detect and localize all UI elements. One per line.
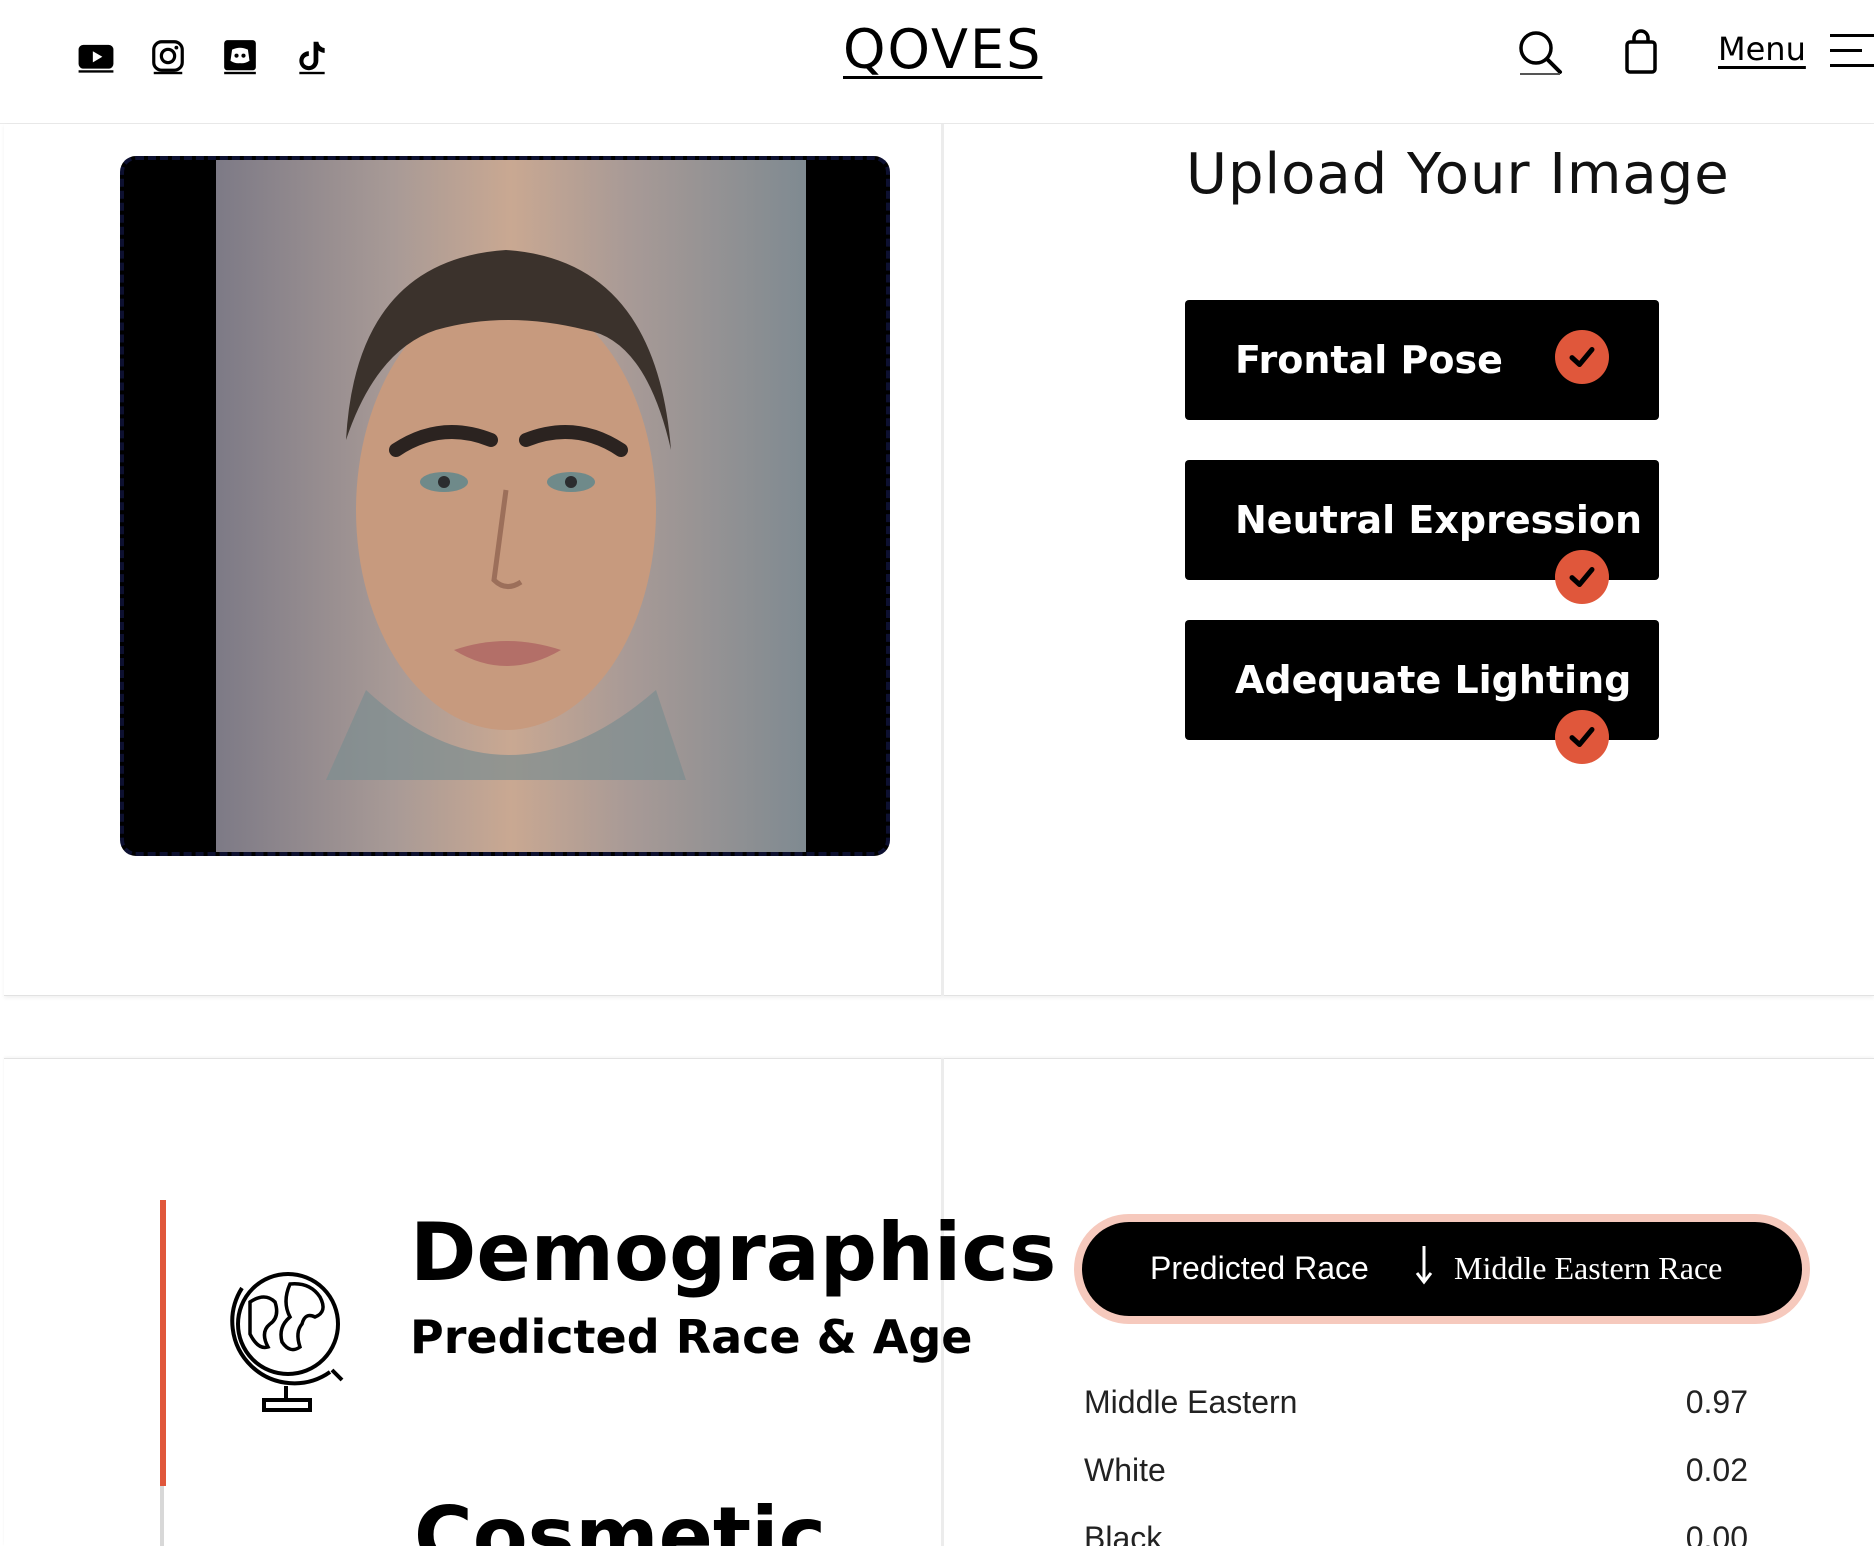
next-section-title: Cosmetic xyxy=(414,1490,826,1546)
race-score: 0.02 xyxy=(1685,1452,1748,1488)
hamburger-icon[interactable] xyxy=(1830,34,1874,70)
check-frontal-pose: Frontal Pose xyxy=(1185,300,1659,420)
check-neutral-expression: Neutral Expression xyxy=(1185,460,1659,604)
section-title: Demographics xyxy=(410,1206,1057,1299)
site-logo[interactable]: QOVES xyxy=(843,18,1042,81)
face-illustration xyxy=(326,250,686,780)
check-label: Frontal Pose xyxy=(1235,338,1503,382)
race-score: 0.00 xyxy=(1685,1520,1748,1546)
shopping-bag-icon[interactable] xyxy=(1618,28,1666,76)
menu-link[interactable]: Menu xyxy=(1718,30,1806,68)
section-track-bar xyxy=(160,1486,164,1546)
race-name: White xyxy=(1084,1452,1166,1488)
section-subtitle: Predicted Race & Age xyxy=(410,1310,973,1364)
uploaded-face-image xyxy=(216,160,806,852)
predicted-race-dropdown[interactable]: Predicted Race Middle Eastern Race xyxy=(1082,1222,1802,1316)
predicted-race-value: Middle Eastern Race xyxy=(1454,1250,1723,1286)
panel-divider xyxy=(941,1058,944,1546)
race-score-row: White 0.02 xyxy=(1084,1452,1748,1502)
check-label: Neutral Expression xyxy=(1235,498,1643,542)
discord-icon[interactable] xyxy=(220,36,260,76)
tiktok-icon[interactable] xyxy=(292,36,332,76)
checkmark-icon xyxy=(1555,710,1609,764)
race-score-row: Middle Eastern 0.97 xyxy=(1084,1384,1748,1434)
checkmark-icon xyxy=(1555,550,1609,604)
upload-title: Upload Your Image xyxy=(1186,142,1730,207)
check-label: Adequate Lighting xyxy=(1235,658,1632,702)
race-score-row: Black 0.00 xyxy=(1084,1520,1748,1546)
race-score: 0.97 xyxy=(1685,1384,1748,1420)
section-accent-bar xyxy=(160,1200,166,1486)
search-icon[interactable] xyxy=(1516,28,1564,76)
youtube-icon[interactable] xyxy=(76,36,116,76)
instagram-icon[interactable] xyxy=(148,36,188,76)
race-name: Black xyxy=(1084,1520,1163,1546)
image-dropzone[interactable] xyxy=(120,156,890,856)
site-header: QOVES Menu xyxy=(0,0,1874,124)
globe-icon xyxy=(220,1262,350,1422)
predicted-race-label: Predicted Race xyxy=(1150,1250,1369,1286)
panel-divider xyxy=(941,124,944,996)
arrow-down-icon xyxy=(1414,1242,1434,1286)
checkmark-icon xyxy=(1555,330,1609,384)
race-name: Middle Eastern xyxy=(1084,1384,1298,1420)
check-adequate-lighting: Adequate Lighting xyxy=(1185,620,1659,764)
